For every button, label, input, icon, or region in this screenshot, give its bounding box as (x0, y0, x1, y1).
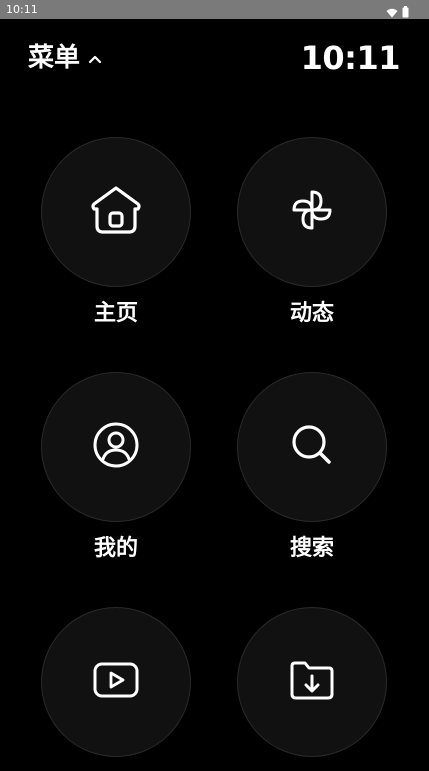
menu-item-profile[interactable]: 我的 (41, 372, 191, 562)
page-title: 菜单 (28, 43, 81, 73)
menu-item-dynamic[interactable]: 动态 (237, 137, 387, 327)
menu-item-home-button[interactable] (41, 137, 191, 287)
menu-item-label: 主页 (93, 301, 138, 326)
menu-item-downloads-button[interactable] (237, 607, 387, 757)
user-circle-icon (90, 419, 142, 475)
video-play-icon (90, 654, 142, 710)
menu-item-label: 我的 (93, 536, 138, 561)
menu-item-dynamic-button[interactable] (237, 137, 387, 287)
status-time: 10:11 (6, 3, 38, 16)
menu-item-home[interactable]: 主页 (41, 137, 191, 327)
menu-item-search[interactable]: 搜索 (237, 372, 387, 562)
chevron-up-icon (88, 49, 102, 68)
status-icons (386, 3, 409, 22)
folder-download-icon (286, 654, 338, 710)
search-icon (286, 419, 338, 475)
header-clock: 10:11 (300, 39, 401, 77)
menu-item-search-button[interactable] (237, 372, 387, 522)
menu-item-downloads[interactable] (237, 607, 387, 771)
menu-item-video-button[interactable] (41, 607, 191, 757)
battery-icon (402, 3, 409, 22)
menu-item-label: 搜索 (289, 536, 334, 561)
menu-header-toggle[interactable]: 菜单 (28, 40, 102, 76)
menu-item-video[interactable] (41, 607, 191, 771)
pinwheel-icon (286, 184, 338, 240)
menu-item-profile-button[interactable] (41, 372, 191, 522)
menu-item-label: 动态 (289, 301, 334, 326)
status-bar: 10:11 (0, 0, 429, 19)
wifi-icon (386, 3, 398, 22)
home-icon (88, 182, 144, 242)
